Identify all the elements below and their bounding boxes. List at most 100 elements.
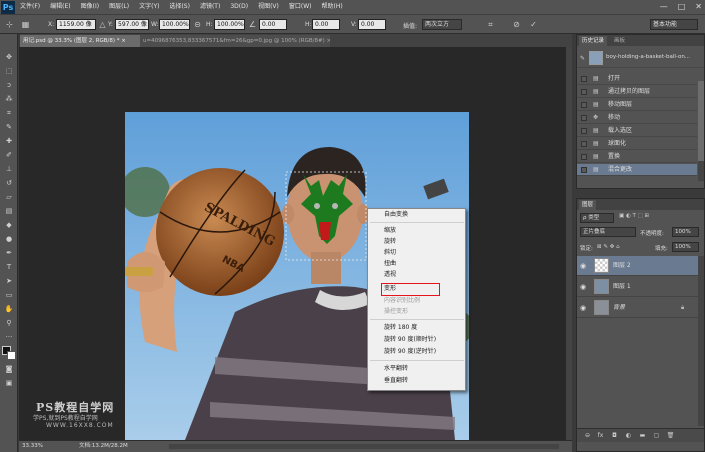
marquee-tool-icon[interactable]: ⬚ <box>3 66 15 77</box>
stamp-tool-icon[interactable]: ⊥ <box>3 164 15 175</box>
cancel-transform-icon[interactable]: ⊘ <box>511 19 522 30</box>
interpolation-select[interactable]: 两次立方 <box>422 19 462 30</box>
close-button[interactable]: ✕ <box>695 0 702 14</box>
layer-row[interactable]: ◉ 背景 🔒︎ <box>577 298 698 318</box>
more-tools-icon[interactable]: ··· <box>3 332 15 343</box>
gradient-tool-icon[interactable]: ▤ <box>3 206 15 217</box>
brush-tool-icon[interactable]: ✐ <box>3 150 15 161</box>
minimize-button[interactable]: — <box>660 0 668 14</box>
layer-row[interactable]: ◉ 图层 1 <box>577 277 698 297</box>
type-tool-icon[interactable]: T <box>3 262 15 273</box>
layer-kind-filter[interactable]: ρ 类型 <box>580 213 614 223</box>
quick-mask-icon[interactable]: ◙ <box>3 364 15 375</box>
history-item[interactable]: ▤ 打开 <box>577 73 697 85</box>
dodge-tool-icon[interactable]: ● <box>3 234 15 245</box>
ctx-rotate[interactable]: 旋转 <box>384 238 396 246</box>
background-color-swatch[interactable] <box>7 351 16 360</box>
reference-point-icon[interactable]: ▦ <box>20 19 31 30</box>
add-mask-icon[interactable]: ◘ <box>610 432 619 440</box>
width-field[interactable]: 100.00% <box>159 19 190 30</box>
menu-file[interactable]: 文件(F) <box>15 0 45 14</box>
history-item-selected[interactable]: ▤ 混合更改 <box>577 164 697 176</box>
menu-select[interactable]: 选择(S) <box>164 0 195 14</box>
angle-field[interactable]: 0.00 <box>259 19 287 30</box>
layer-style-icon[interactable]: fx <box>596 432 605 440</box>
relative-position-icon[interactable]: △ <box>97 19 108 30</box>
ctx-rotate-90-cw[interactable]: 旋转 90 度(顺时针) <box>384 336 436 344</box>
history-scrollbar[interactable] <box>698 81 704 181</box>
ctx-flip-horizontal[interactable]: 水平翻转 <box>384 365 408 373</box>
commit-transform-icon[interactable]: ✓ <box>528 19 539 30</box>
lasso-tool-icon[interactable]: ↄ <box>3 80 15 91</box>
y-position-field[interactable]: 597.00 像 <box>115 19 149 30</box>
menu-filter[interactable]: 滤镜(T) <box>195 0 225 14</box>
path-select-tool-icon[interactable]: ➤ <box>3 276 15 287</box>
zoom-tool-icon[interactable]: ⚲ <box>3 318 15 329</box>
menu-edit[interactable]: 编辑(E) <box>45 0 75 14</box>
ctx-distort[interactable]: 扭曲 <box>384 260 396 268</box>
tab-artboard[interactable]: 画板 <box>611 36 628 46</box>
hand-tool-icon[interactable]: ✋ <box>3 304 15 315</box>
menu-type[interactable]: 文字(Y) <box>134 0 164 14</box>
history-item[interactable]: ▤ 通过拷贝的图层 <box>577 86 697 98</box>
pen-tool-icon[interactable]: ✒ <box>3 248 15 259</box>
tab-jpg-document[interactable]: u=4096876353,833367571&fm=26&gp=0.jpg @ … <box>140 35 330 47</box>
link-layers-icon[interactable]: ⊖ <box>583 432 592 440</box>
tab-active-document[interactable]: 用记.psd @ 33.3% (图层 2, RGB/8) * × <box>20 35 140 47</box>
tab-history[interactable]: 历史记录 <box>579 36 608 46</box>
layer-row[interactable]: ◉ 图层 2 <box>577 256 698 276</box>
menu-layer[interactable]: 图层(L) <box>104 0 134 14</box>
delete-layer-icon[interactable]: 🗑︎ <box>666 432 675 440</box>
v-skew-field[interactable]: 0.00 <box>358 19 386 30</box>
history-item[interactable]: ✥ 移动 <box>577 112 697 124</box>
opacity-field[interactable]: 100% <box>672 227 699 237</box>
visibility-eye-icon[interactable]: ◉ <box>580 262 586 270</box>
history-item[interactable]: ▤ 载入选区 <box>577 125 697 137</box>
visibility-eye-icon[interactable]: ◉ <box>580 304 586 312</box>
ctx-scale[interactable]: 缩放 <box>384 227 396 235</box>
visibility-eye-icon[interactable]: ◉ <box>580 283 586 291</box>
history-snapshot[interactable]: ✎ boy-holding-a-basket-ball-on... <box>577 48 704 68</box>
ctx-flip-vertical[interactable]: 垂直翻转 <box>384 377 408 385</box>
eyedropper-tool-icon[interactable]: ✎ <box>3 122 15 133</box>
menu-view[interactable]: 视图(V) <box>253 0 284 14</box>
ctx-free-transform[interactable]: 自由变换 <box>384 211 408 219</box>
menu-help[interactable]: 帮助(H) <box>317 0 348 14</box>
maximize-button[interactable]: □ <box>678 0 686 14</box>
link-icon[interactable]: ⊝ <box>192 19 203 30</box>
filter-icons[interactable]: ▣ ◐ T ⬚ ⊞ <box>619 213 649 219</box>
eraser-tool-icon[interactable]: ▱ <box>3 192 15 203</box>
height-field[interactable]: 100.00% <box>214 19 245 30</box>
shape-tool-icon[interactable]: ▭ <box>3 290 15 301</box>
adjustment-layer-icon[interactable]: ◐ <box>624 432 633 440</box>
tab-layers[interactable]: 图层 <box>579 200 597 210</box>
healing-tool-icon[interactable]: ✚ <box>3 136 15 147</box>
fill-field[interactable]: 100% <box>672 242 699 252</box>
layers-scrollbar[interactable] <box>698 256 704 426</box>
lock-icons[interactable]: ⊠ ✎ ✥ ⌂ <box>597 244 620 250</box>
blend-mode-select[interactable]: 正片叠底 <box>580 227 636 237</box>
horizontal-scrollbar[interactable] <box>169 444 559 449</box>
zoom-level[interactable]: 33.33% <box>22 441 43 452</box>
transform-tool-icon[interactable]: ⊹ <box>4 19 15 30</box>
new-group-icon[interactable]: ▬ <box>638 432 647 440</box>
menu-3d[interactable]: 3D(D) <box>225 0 253 14</box>
warp-mode-icon[interactable]: ⌗ <box>485 19 496 30</box>
blur-tool-icon[interactable]: ◆ <box>3 220 15 231</box>
workspace-select[interactable]: 基本功能 <box>650 19 698 30</box>
menu-image[interactable]: 图像(I) <box>76 0 104 14</box>
ctx-rotate-180[interactable]: 旋转 180 度 <box>384 324 417 332</box>
history-item[interactable]: ▤ 置换 <box>577 151 697 163</box>
crop-tool-icon[interactable]: ⌗ <box>3 108 15 119</box>
ctx-skew[interactable]: 斜切 <box>384 249 396 257</box>
x-position-field[interactable]: 1159.00 像 <box>56 19 96 30</box>
screen-mode-icon[interactable]: ▣ <box>3 378 15 389</box>
ctx-rotate-90-ccw[interactable]: 旋转 90 度(逆时针) <box>384 348 436 356</box>
history-item[interactable]: ▤ 移动图层 <box>577 99 697 111</box>
history-brush-icon[interactable]: ↺ <box>3 178 15 189</box>
menu-window[interactable]: 窗口(W) <box>284 0 317 14</box>
ctx-perspective[interactable]: 透视 <box>384 271 396 279</box>
quick-select-tool-icon[interactable]: ⁂ <box>3 94 15 105</box>
h-skew-field[interactable]: 0.00 <box>312 19 340 30</box>
history-item[interactable]: ▤ 球面化 <box>577 138 697 150</box>
